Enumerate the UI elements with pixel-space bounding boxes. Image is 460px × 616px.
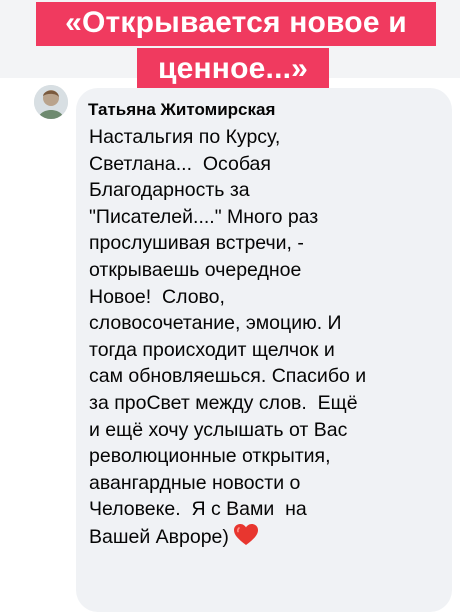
comment-last-line: Вашей Авроре) xyxy=(89,523,449,554)
comment-author[interactable]: Татьяна Житомирская xyxy=(88,100,275,120)
comment-line: "Писателей...." Много раз xyxy=(89,205,319,228)
comment-line: и ещё хочу услышать от Вас xyxy=(89,418,348,441)
comment-line: за проСвет между слов. Ещё xyxy=(89,391,358,414)
comment-text: Настальгия по Курсу, Светлана... Особая … xyxy=(89,124,449,554)
comment-line: прослушивая встречи, - xyxy=(89,232,304,255)
quote-banner-line-2: ценное...» xyxy=(137,48,329,90)
comment-line: Светлана... Особая xyxy=(89,152,271,175)
comment-line: Благодарность за xyxy=(89,179,250,202)
comment-line: авангардные новости о xyxy=(89,471,301,494)
comment-line: тогда происходит щелчок и xyxy=(89,338,335,361)
avatar[interactable] xyxy=(34,85,68,119)
comment-line: словосочетание, эмоцию. И xyxy=(89,312,342,335)
quote-banner-line-1: «Открывается новое и xyxy=(36,2,436,46)
comment-line: Человеке. Я с Вами на xyxy=(89,498,307,521)
comment-line: Вашей Авроре) xyxy=(89,525,229,548)
comment-line: сам обновляешься. Спасибо и xyxy=(89,365,367,388)
red-heart-icon xyxy=(233,523,259,554)
comment-line: Новое! Слово, xyxy=(89,285,225,308)
comment-line: Настальгия по Курсу, xyxy=(89,126,281,148)
comment-line: открываешь очередное xyxy=(89,258,302,281)
comment-line: революционные открытия, xyxy=(89,445,331,468)
profile-photo-icon xyxy=(34,85,68,119)
